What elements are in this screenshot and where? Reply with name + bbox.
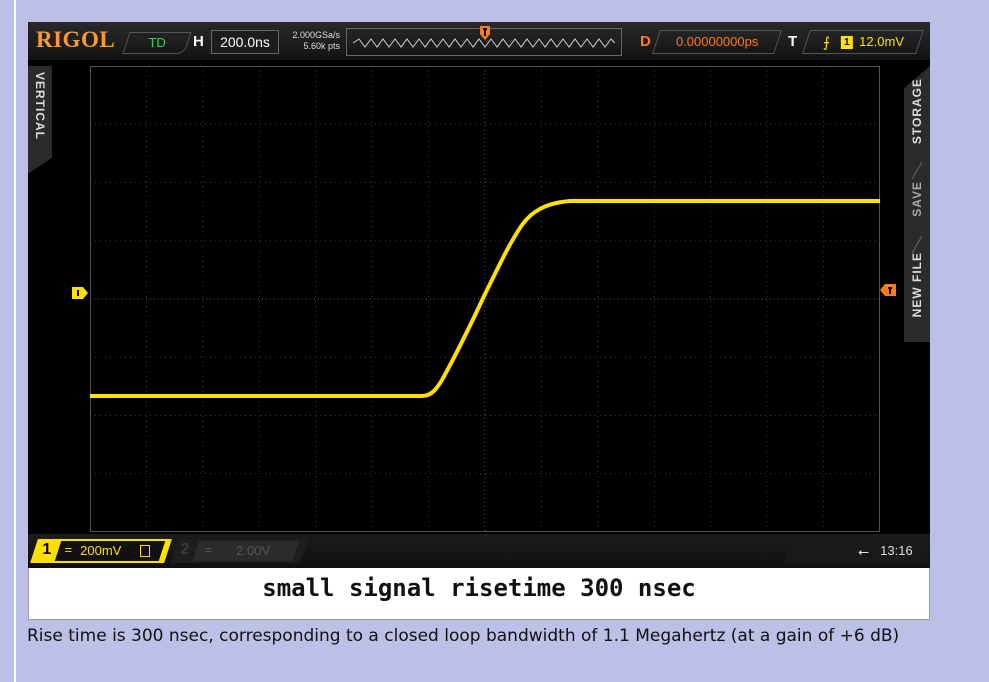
- channel2-tab[interactable]: 2 = 2.00V: [170, 539, 308, 563]
- horizontal-key: H: [193, 33, 204, 50]
- save-label[interactable]: SAVE: [910, 181, 924, 217]
- rising-edge-icon: ⨍: [822, 34, 831, 50]
- delay-key: D: [640, 33, 651, 50]
- channel2-coupling: =: [204, 542, 213, 557]
- trigger-key: T: [788, 33, 798, 50]
- menu-divider: [911, 161, 923, 180]
- sample-rate: 2.000GSa/s: [292, 30, 340, 40]
- trigger-field[interactable]: ⨍ 1 12.0mV: [802, 30, 924, 54]
- timebase-value[interactable]: 200.0ns: [211, 30, 279, 54]
- vertical-menu-label: VERTICAL: [33, 72, 47, 140]
- channel2-number: 2: [180, 541, 190, 558]
- system-status-area: ⭠ 13:16: [784, 539, 930, 563]
- oscilloscope-screen: RIGOL TD H 200.0ns 2.000GSa/s 5.60k pts …: [28, 22, 930, 568]
- storage-menu-tab[interactable]: STORAGE SAVE NEW FILE: [904, 66, 930, 342]
- trigger-level-marker-icon[interactable]: [880, 284, 896, 296]
- new-file-label[interactable]: NEW FILE: [910, 252, 924, 317]
- channel1-number: 1: [42, 541, 52, 558]
- usb-icon: ⭠: [857, 543, 870, 559]
- figure-caption: small signal risetime 300 nsec: [262, 574, 696, 602]
- clock: 13:16: [880, 543, 913, 558]
- channel1-tab[interactable]: 1 = 200mV: [30, 539, 172, 563]
- left-rule: [14, 0, 16, 682]
- top-status-bar: RIGOL TD H 200.0ns 2.000GSa/s 5.60k pts …: [28, 22, 930, 60]
- storage-label[interactable]: STORAGE: [910, 78, 924, 144]
- channel1-scale: 200mV: [80, 543, 122, 558]
- run-status-label: TD: [148, 35, 166, 50]
- description-paragraph: Rise time is 300 nsec, corresponding to …: [27, 626, 900, 646]
- brand-logo: RIGOL: [36, 27, 116, 52]
- channel1-coupling: =: [64, 542, 73, 557]
- bottom-status-bar: 1 = 200mV 2 = 2.00V ⭠ 13:16: [28, 534, 930, 568]
- delay-value: 0.00000000ps: [675, 34, 759, 49]
- trigger-channel: 1: [840, 36, 853, 49]
- bandwidth-limit-icon: [140, 545, 150, 557]
- channel2-scale: 2.00V: [236, 543, 271, 558]
- menu-divider: [911, 235, 923, 254]
- vertical-menu-tab[interactable]: VERTICAL: [28, 66, 52, 174]
- channel1-ground-marker-icon[interactable]: [72, 287, 88, 299]
- trigger-level-value: 12.0mV: [859, 34, 904, 49]
- waveform-graticule[interactable]: [90, 66, 880, 532]
- run-status-indicator[interactable]: TD: [122, 32, 192, 54]
- delay-field[interactable]: 0.00000000ps: [652, 30, 782, 54]
- trigger-position-top-icon: [480, 26, 490, 40]
- graticule-center-axes: [90, 66, 880, 532]
- memory-depth: 5.60k pts: [303, 41, 340, 51]
- channel1-scale-box: = 200mV: [54, 541, 166, 561]
- channel2-scale-box: = 2.00V: [192, 541, 300, 561]
